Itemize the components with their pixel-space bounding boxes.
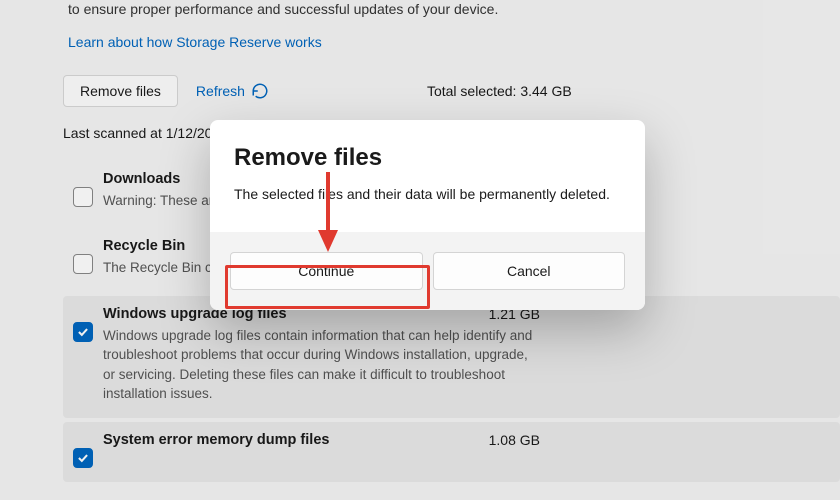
item-size: 1.08 GB (489, 432, 540, 448)
item-desc: Windows upgrade log files contain inform… (103, 326, 533, 404)
toolbar: Remove files Refresh Total selected: 3.4… (63, 75, 840, 107)
refresh-label: Refresh (196, 83, 245, 99)
total-prefix: Total selected: (427, 83, 520, 99)
refresh-button[interactable]: Refresh (196, 82, 269, 100)
total-selected: Total selected: 3.44 GB (427, 83, 572, 99)
total-value: 3.44 GB (520, 83, 571, 99)
dialog-title: Remove files (234, 144, 621, 172)
remove-files-button[interactable]: Remove files (63, 75, 178, 107)
checkbox[interactable] (73, 254, 93, 274)
checkbox[interactable] (73, 322, 93, 342)
checkbox[interactable] (73, 187, 93, 207)
list-item[interactable]: Windows upgrade log files Windows upgrad… (63, 296, 840, 418)
refresh-icon (251, 82, 269, 100)
list-item[interactable]: System error memory dump files 1.08 GB (63, 422, 840, 482)
checkbox[interactable] (73, 448, 93, 468)
intro-text: to ensure proper performance and success… (68, 0, 820, 20)
continue-button[interactable]: Continue (230, 252, 423, 290)
item-title: System error memory dump files (103, 432, 820, 448)
remove-files-dialog: Remove files The selected files and thei… (210, 120, 645, 310)
learn-link[interactable]: Learn about how Storage Reserve works (68, 34, 322, 50)
dialog-text: The selected files and their data will b… (234, 186, 621, 202)
cancel-button[interactable]: Cancel (433, 252, 626, 290)
